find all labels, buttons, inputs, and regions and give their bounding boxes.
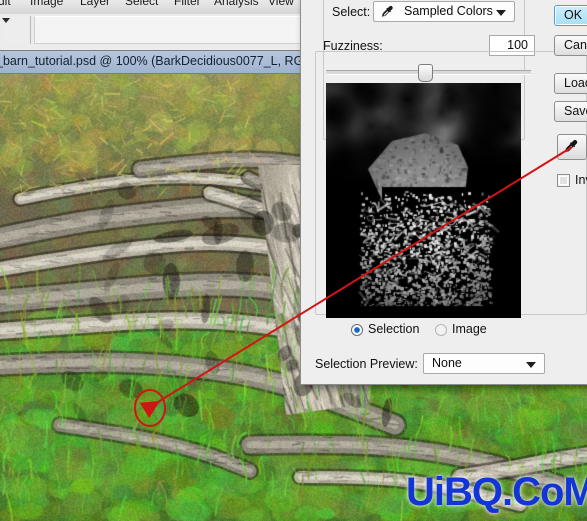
preview-mode-radios[interactable]: Selection Image <box>351 322 531 338</box>
menu-item-image[interactable]: Image <box>30 0 63 8</box>
watermark: UiBQ.CoM <box>406 470 587 514</box>
menu-item-select[interactable]: Select <box>125 0 158 8</box>
mask-preview[interactable] <box>326 83 521 318</box>
cancel-button[interactable]: Cancel <box>554 35 587 56</box>
chevron-down-icon[interactable] <box>2 18 10 23</box>
options-bar[interactable] <box>0 14 310 51</box>
ok-button-label: OK <box>564 8 583 22</box>
document-tab[interactable]: _barn_tutorial.psd @ 100% (BarkDecidious… <box>0 51 326 74</box>
select-dropdown[interactable]: Sampled Colors <box>373 1 515 22</box>
save-button[interactable]: Save... <box>554 101 587 122</box>
radio-selection-label: Selection <box>368 322 420 336</box>
chevron-down-icon[interactable] <box>496 10 506 16</box>
radio-image[interactable] <box>435 324 447 336</box>
document-tab-label: _barn_tutorial.psd @ 100% (BarkDecidious… <box>0 54 327 68</box>
color-range-dialog[interactable]: Select: Sampled Colors Fuzziness: 100 Se… <box>300 0 587 385</box>
load-button[interactable]: Load... <box>554 73 587 94</box>
select-dropdown-value: Sampled Colors <box>404 4 493 18</box>
load-button-label: Load... <box>564 76 587 90</box>
menu-item-edit[interactable]: dit <box>0 0 11 8</box>
radio-selection[interactable] <box>351 324 363 336</box>
selection-preview-dropdown[interactable]: None <box>423 353 545 374</box>
menu-item-filter[interactable]: Filter <box>174 0 201 8</box>
menu-item-analysis[interactable]: Analysis <box>214 0 259 8</box>
ok-button[interactable]: OK <box>554 5 587 26</box>
menu-item-layer[interactable]: Layer <box>80 0 110 8</box>
chevron-down-icon[interactable] <box>526 362 536 368</box>
options-field[interactable] <box>34 16 304 44</box>
screenshot-root: dit Image Layer Select Filter Analysis V… <box>0 0 587 521</box>
fuzziness-value: 100 <box>507 38 528 52</box>
selection-preview-value: None <box>432 356 462 370</box>
invert-checkbox[interactable] <box>557 174 570 187</box>
invert-label: Invert <box>575 173 587 187</box>
radio-image-label: Image <box>452 322 487 336</box>
select-label: Select: <box>332 5 371 19</box>
eyedropper-icon <box>564 140 578 153</box>
menu-bar[interactable]: dit Image Layer Select Filter Analysis V… <box>0 0 310 14</box>
cancel-button-label: Cancel <box>564 38 587 52</box>
eyedropper-icon <box>381 5 393 17</box>
selection-preview-label: Selection Preview: <box>315 357 418 371</box>
menu-item-view[interactable]: View <box>268 0 294 8</box>
save-button-label: Save... <box>564 104 587 118</box>
eyedropper-button[interactable] <box>557 134 587 160</box>
options-divider <box>30 16 31 44</box>
